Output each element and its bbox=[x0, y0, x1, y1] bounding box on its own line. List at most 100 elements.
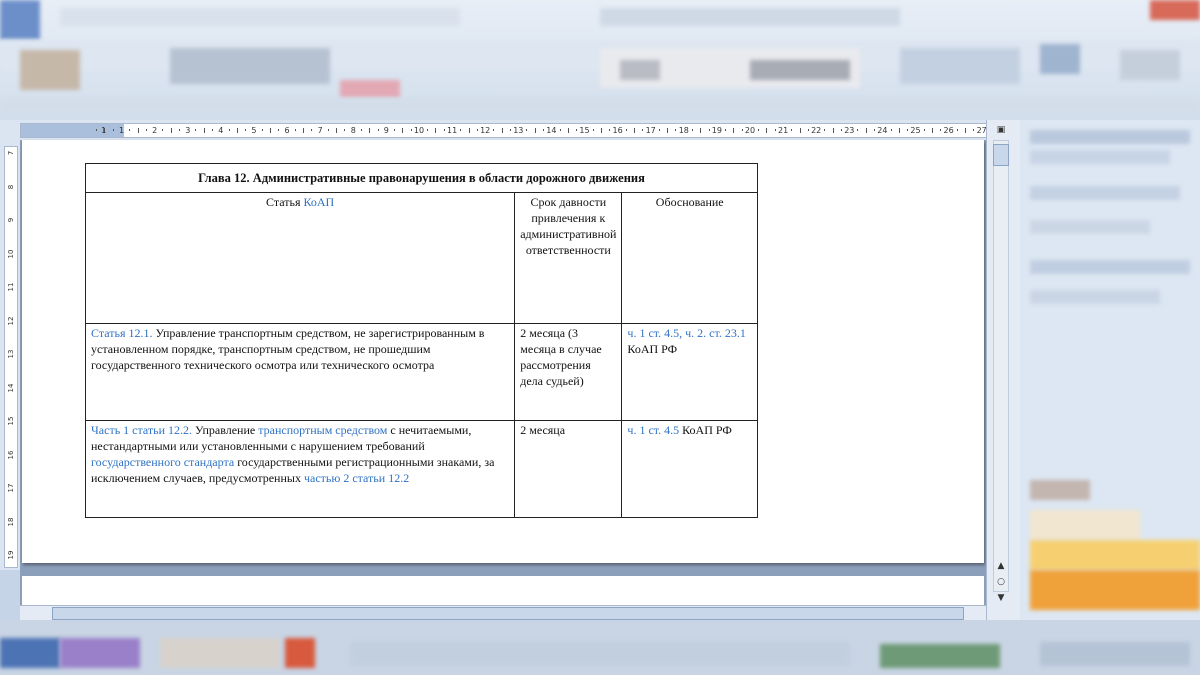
ruler-tick bbox=[890, 129, 892, 131]
ruler-tick bbox=[931, 128, 933, 133]
arrow-up-icon[interactable]: ▲ bbox=[995, 560, 1007, 572]
ruler-tick bbox=[369, 128, 371, 133]
doc-link[interactable]: транспортным средством bbox=[258, 423, 387, 437]
header-article[interactable]: Статья КоАП bbox=[84, 192, 516, 324]
ruler-tick bbox=[443, 129, 445, 131]
ruler-tick bbox=[534, 128, 536, 133]
scroll-thumb[interactable] bbox=[993, 144, 1009, 166]
row-1-basis[interactable]: ч. 1 ст. 4.5, ч. 2. ст. 23.1 КоАП РФ bbox=[621, 323, 758, 421]
doc-link[interactable]: ч. 2. ст. 23.1 bbox=[685, 326, 746, 340]
ruler-number: 10 bbox=[413, 126, 425, 135]
header-basis[interactable]: Обоснование bbox=[621, 192, 758, 324]
ruler-tick bbox=[294, 129, 296, 131]
table-title[interactable]: Глава 12. Административные правонарушени… bbox=[85, 163, 758, 193]
ruler-tick bbox=[493, 129, 495, 131]
ruler-tick bbox=[758, 129, 760, 131]
row-1-article[interactable]: Статья 12.1. Управление транспортным сре… bbox=[84, 323, 516, 421]
ruler-tick bbox=[559, 129, 561, 131]
ruler-number: 13 bbox=[513, 126, 524, 135]
ruler-tick bbox=[774, 129, 776, 131]
row-2-article[interactable]: Часть 1 статьи 12.2. Управление транспор… bbox=[84, 420, 516, 518]
ruler-number: 7 bbox=[317, 126, 323, 135]
table-row: Часть 1 статьи 12.2. Управление транспор… bbox=[84, 420, 758, 518]
table-header-row: Статья КоАП Срок давности привлечения к … bbox=[84, 192, 758, 324]
select-browse-object-icon[interactable]: ○ bbox=[995, 576, 1007, 588]
arrow-down-icon[interactable]: ▼ bbox=[995, 592, 1007, 604]
ruler-tick bbox=[501, 128, 503, 133]
ruler-tick bbox=[410, 129, 412, 131]
doc-link[interactable]: Часть 1 статьи 12.2. bbox=[91, 423, 192, 437]
doc-link[interactable]: государственного стандарта bbox=[91, 455, 234, 469]
ruler-tick bbox=[427, 129, 429, 131]
ruler-number: 19 bbox=[711, 126, 722, 135]
horizontal-scrollbar[interactable] bbox=[20, 605, 986, 620]
ruler-number: 1 bbox=[101, 126, 107, 135]
ruler-tick bbox=[195, 129, 197, 131]
ruler-tick bbox=[526, 129, 528, 131]
doc-link[interactable]: Статья 12.1. bbox=[91, 326, 153, 340]
ruler-tick bbox=[725, 129, 727, 131]
ruler-tick bbox=[311, 129, 313, 131]
ruler-tick bbox=[700, 128, 702, 133]
ruler-tick bbox=[435, 128, 437, 133]
cell-text: КоАП РФ bbox=[627, 342, 678, 356]
ruler-number: 20 bbox=[744, 126, 756, 135]
ruler-tick bbox=[907, 129, 909, 131]
ruler-tick bbox=[592, 129, 594, 131]
ruler-tick bbox=[898, 128, 900, 133]
view-ruler-button[interactable]: ▣ bbox=[995, 124, 1007, 136]
ruler-tick bbox=[708, 129, 710, 131]
ruler-tick bbox=[377, 129, 379, 131]
ruler-number: 3 bbox=[185, 126, 191, 135]
ruler-tick bbox=[733, 128, 735, 133]
ruler-tick bbox=[303, 128, 305, 133]
row-2-basis[interactable]: ч. 1 ст. 4.5 КоАП РФ bbox=[621, 420, 758, 518]
ruler-tick bbox=[634, 128, 636, 133]
header-term[interactable]: Срок давности привлечения к администрати… bbox=[514, 192, 623, 324]
ruler-tick bbox=[609, 129, 611, 131]
ruler-tick bbox=[178, 129, 180, 131]
vertical-scrollbar[interactable]: ▣ ▲ ○ ▼ bbox=[986, 120, 1021, 620]
ruler-tick bbox=[940, 129, 942, 131]
vertical-ruler[interactable]: 7 8 9 10 11 12 13 14 15 16 17 18 19 bbox=[0, 140, 20, 570]
ruler-left-margin bbox=[21, 124, 124, 137]
row-1-term[interactable]: 2 месяца (3 месяца в случае рассмотрения… bbox=[514, 323, 623, 421]
ruler-number: 12 bbox=[480, 126, 491, 135]
header-article-link[interactable]: КоАП bbox=[303, 195, 334, 209]
ruler-number: 9 bbox=[383, 126, 389, 135]
ruler-tick bbox=[791, 129, 793, 131]
ruler-number: 26 bbox=[943, 126, 954, 135]
horizontal-scroll-thumb[interactable] bbox=[52, 607, 964, 620]
doc-link[interactable]: ч. 1 ст. 4.5 bbox=[627, 326, 679, 340]
scroll-track[interactable] bbox=[993, 140, 1009, 592]
ruler-tick bbox=[344, 129, 346, 131]
ruler-number: 22 bbox=[811, 126, 822, 135]
ruler-tick bbox=[667, 128, 669, 133]
ruler-tick bbox=[766, 128, 768, 133]
ruler-tick bbox=[212, 129, 214, 131]
doc-link[interactable]: частью 2 статьи 12.2 bbox=[304, 471, 409, 485]
ruler-number: 7 bbox=[7, 150, 15, 156]
ruler-number: 21 bbox=[778, 126, 789, 135]
ruler-tick bbox=[567, 128, 569, 133]
ruler-tick bbox=[203, 128, 205, 133]
ruler-tick bbox=[865, 128, 867, 133]
doc-link[interactable]: ч. 1 ст. 4.5 bbox=[627, 423, 679, 437]
ruler-tick bbox=[658, 129, 660, 131]
table-title-row: Глава 12. Административные правонарушени… bbox=[85, 163, 758, 193]
ruler-tick bbox=[923, 129, 925, 131]
ruler-number: 14 bbox=[546, 126, 557, 135]
cell-text: Управление bbox=[192, 423, 259, 437]
ruler-tick bbox=[973, 129, 975, 131]
ruler-tick bbox=[336, 128, 338, 133]
ruler-tick bbox=[261, 129, 263, 131]
horizontal-ruler[interactable]: 1 1 2 3 4 5 6 7 8 9 10 11 12 13 14 15 16 17 18 19 20 21 22 23 24… bbox=[0, 120, 1000, 141]
horizontal-ruler-scale: 1 1 2 3 4 5 6 7 8 9 10 11 12 13 14 15 16 17 18 19 20 21 22 23 24… bbox=[20, 123, 988, 138]
row-2-term[interactable]: 2 месяца bbox=[514, 420, 623, 518]
cell-text: КоАП РФ bbox=[679, 423, 732, 437]
ruler-number: 17 bbox=[645, 126, 656, 135]
ruler-number: 14 bbox=[7, 383, 15, 392]
document-page[interactable]: Глава 12. Административные правонарушени… bbox=[22, 140, 984, 563]
ruler-tick bbox=[799, 128, 801, 133]
ruler-number: 12 bbox=[7, 316, 15, 325]
